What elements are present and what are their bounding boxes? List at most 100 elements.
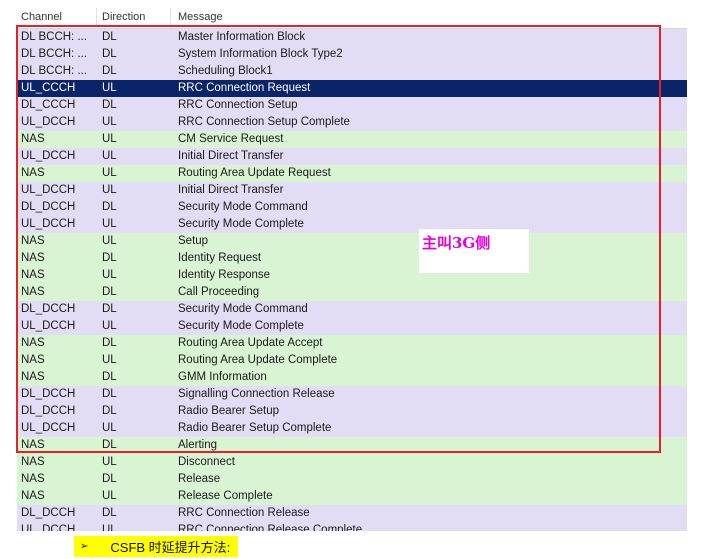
cell-direction: UL [102,490,117,502]
cell-channel: UL_DCCH [21,184,76,196]
cell-message: CM Service Request [178,133,284,145]
cell-channel: NAS [21,269,45,281]
table-row[interactable]: NAS UL Routing Area Update Complete [17,352,687,369]
table-row[interactable]: DL_DCCH DL Signalling Connection Release [17,386,687,403]
table-row[interactable]: UL_DCCH UL Security Mode Complete [17,216,687,233]
cell-direction: DL [102,439,117,451]
table-row[interactable]: DL BCCH: ... DL Scheduling Block1 [17,63,687,80]
cell-channel: DL_DCCH [21,388,76,400]
cell-direction: DL [102,405,117,417]
table-row[interactable]: DL_DCCH DL RRC Connection Release [17,505,687,522]
table-row[interactable]: NAS UL Disconnect [17,454,687,471]
cell-message: Scheduling Block1 [178,65,273,77]
cell-direction: UL [102,82,117,94]
cell-direction: UL [102,150,117,162]
cell-direction: UL [102,354,117,366]
table-row[interactable]: UL_DCCH UL Security Mode Complete [17,318,687,335]
cell-direction: UL [102,167,117,179]
table-row[interactable]: NAS DL Routing Area Update Accept [17,335,687,352]
cell-channel: DL_DCCH [21,201,76,213]
cell-message: Master Information Block [178,31,306,43]
table-row[interactable]: DL BCCH: ... DL System Information Block T… [17,46,687,63]
column-header-direction[interactable]: Direction [102,11,145,23]
cell-channel: NAS [21,235,45,247]
cell-channel: DL BCCH: ... [21,31,88,43]
cell-channel: UL_DCCH [21,150,76,162]
cell-message: Disconnect [178,456,235,468]
cell-message: Initial Direct Transfer [178,184,284,196]
table-row[interactable]: UL_CCCH UL RRC Connection Request [17,80,687,97]
table-row[interactable]: UL_DCCH UL Radio Bearer Setup Complete [17,420,687,437]
cell-message: Security Mode Command [178,303,308,315]
annotation-label: 主叫3G侧 [422,234,491,252]
cell-message: System Information Block Type2 [178,48,343,60]
cell-message: RRC Connection Setup [178,99,298,111]
cell-channel: NAS [21,354,45,366]
table-row[interactable]: NAS UL CM Service Request [17,131,687,148]
cell-direction: UL [102,456,117,468]
annotation-callout: 主叫3G侧 [419,229,529,273]
cell-channel: DL_CCCH [21,99,76,111]
column-header-channel[interactable]: Channel [21,11,62,23]
table-row[interactable]: DL_DCCH DL Security Mode Command [17,199,687,216]
table-row[interactable]: DL BCCH: ... DL Master Information Block [17,29,687,46]
cell-direction: UL [102,218,117,230]
table-row[interactable]: NAS UL Setup [17,233,687,250]
table-row[interactable]: NAS DL Call Proceeding [17,284,687,301]
column-header-message[interactable]: Message [178,11,223,23]
cell-direction: UL [102,422,117,434]
cell-channel: NAS [21,337,45,349]
cell-message: Release [178,473,221,485]
table-row[interactable]: NAS DL GMM Information [17,369,687,386]
cell-channel: UL_DCCH [21,218,76,230]
cell-direction: UL [102,269,117,281]
bullet-line: ➢ CSFB 时延提升方法: [74,536,239,557]
cell-message: RRC Connection Release [178,507,310,519]
message-log-table: Channel Direction Message DL BCCH: ... DL… [17,5,687,531]
cell-channel: NAS [21,252,45,264]
cell-direction: DL [102,31,117,43]
table-row[interactable]: UL_DCCH UL Initial Direct Transfer [17,148,687,165]
cell-direction: DL [102,303,117,315]
column-divider[interactable] [96,8,97,25]
cell-message: Release Complete [178,490,273,502]
table-row[interactable]: DL_CCCH DL RRC Connection Setup [17,97,687,114]
cell-channel: UL_CCCH [21,82,76,94]
cell-direction: DL [102,65,117,77]
cell-message: Call Proceeding [178,286,260,298]
cell-message: Radio Bearer Setup Complete [178,422,332,434]
cell-message: RRC Connection Request [178,82,311,94]
table-row[interactable]: NAS UL Release Complete [17,488,687,505]
cell-direction: DL [102,337,117,349]
table-row[interactable]: DL_DCCH DL Security Mode Command [17,301,687,318]
cell-channel: UL_DCCH [21,320,76,332]
table-row[interactable]: UL_DCCH UL RRC Connection Setup Complete [17,114,687,131]
cell-direction: UL [102,524,117,531]
table-row[interactable]: UL_DCCH UL Initial Direct Transfer [17,182,687,199]
cell-message: Security Mode Complete [178,320,304,332]
table-row[interactable]: DL_DCCH DL Radio Bearer Setup [17,403,687,420]
cell-direction: DL [102,473,117,485]
cell-direction: UL [102,320,117,332]
cell-message: Signalling Connection Release [178,388,335,400]
table-row[interactable]: NAS DL Alerting [17,437,687,454]
cell-direction: DL [102,388,117,400]
cell-message: RRC Connection Setup Complete [178,116,350,128]
cell-message: Routing Area Update Request [178,167,331,179]
table-row[interactable]: NAS DL Identity Request [17,250,687,267]
cell-direction: DL [102,99,117,111]
cell-direction: DL [102,252,117,264]
cell-channel: UL_DCCH [21,524,76,531]
table-row[interactable]: NAS UL Routing Area Update Request [17,165,687,182]
table-row[interactable]: UL_DCCH UL RRC Connection Release Complete [17,522,687,531]
cell-direction: DL [102,507,117,519]
column-divider[interactable] [170,8,171,25]
table-row[interactable]: NAS UL Identity Response [17,267,687,284]
cell-message: GMM Information [178,371,267,383]
table-row[interactable]: NAS DL Release [17,471,687,488]
cell-direction: DL [102,371,117,383]
cell-channel: DL BCCH: ... [21,48,88,60]
cell-channel: NAS [21,456,45,468]
cell-message: Security Mode Command [178,201,308,213]
table-header: Channel Direction Message [17,5,687,29]
